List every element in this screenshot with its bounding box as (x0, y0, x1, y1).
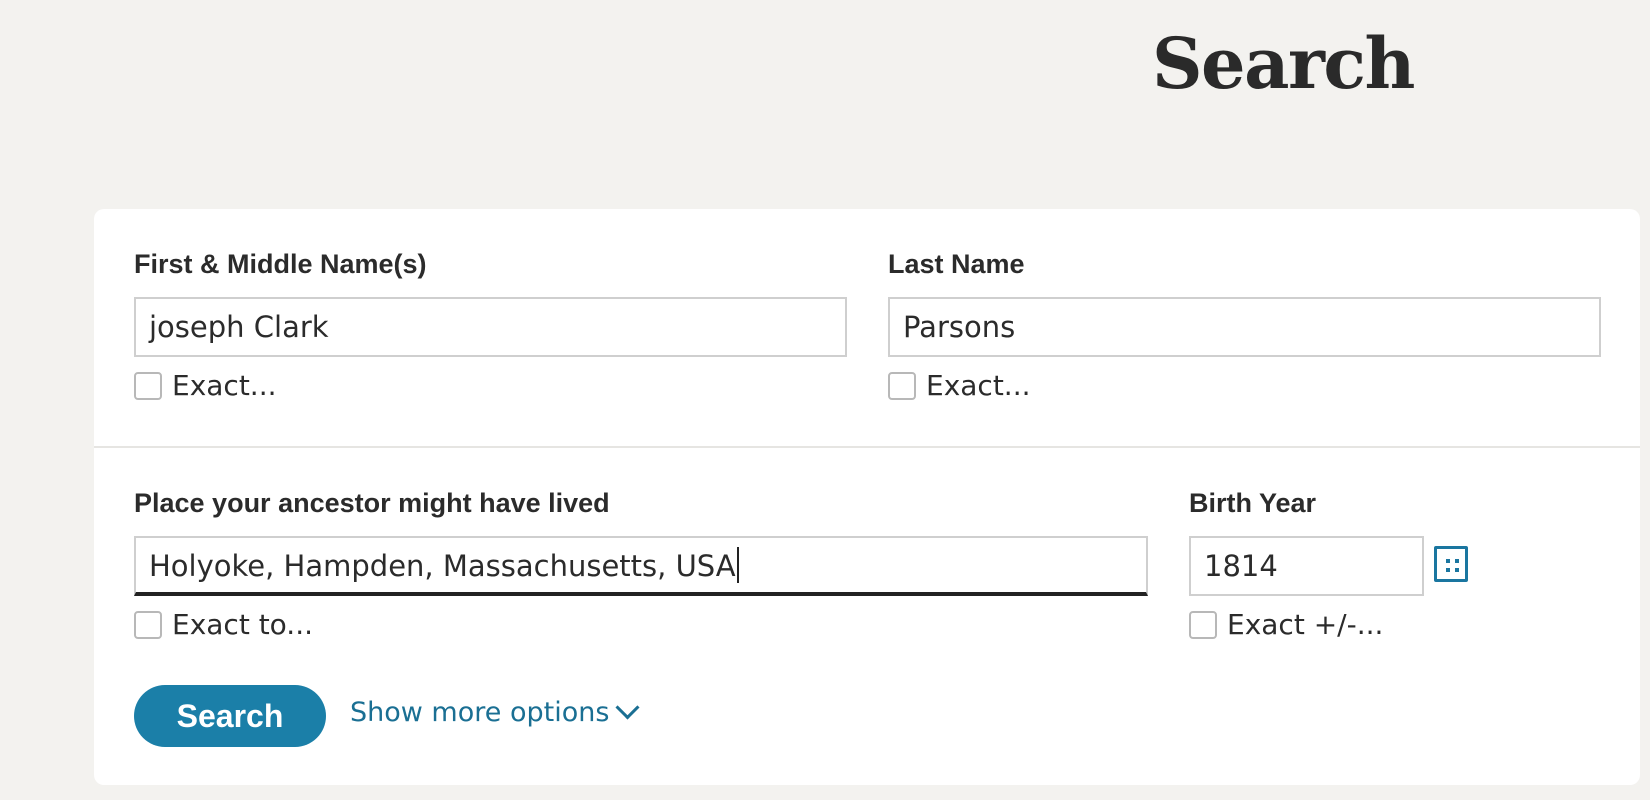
last-name-input[interactable]: Parsons (888, 297, 1601, 357)
place-input-value: Holyoke, Hampden, Massachusetts, USA (149, 549, 736, 583)
birth-year-exact-checkbox[interactable] (1189, 610, 1217, 639)
place-label: Place your ancestor might have lived (134, 488, 610, 518)
birth-year-input[interactable]: 1814 (1189, 536, 1424, 596)
last-name-label: Last Name (888, 249, 1025, 279)
first-name-exact-checkbox[interactable] (134, 371, 162, 400)
birth-year-exact-row[interactable]: Exact +/-... (1189, 608, 1383, 641)
search-page: Search First & Middle Name(s) joseph Cla… (0, 0, 1650, 800)
first-name-label: First & Middle Name(s) (134, 249, 427, 279)
show-more-options-label: Show more options (350, 697, 610, 728)
place-input[interactable]: Holyoke, Hampden, Massachusetts, USA (134, 536, 1148, 596)
search-button[interactable]: Search (134, 685, 326, 747)
chevron-down-icon (615, 695, 640, 720)
last-name-exact-checkbox[interactable] (888, 371, 916, 400)
birth-year-exact-label: Exact +/-... (1227, 608, 1384, 641)
place-exact-checkbox[interactable] (134, 610, 162, 639)
place-exact-row[interactable]: Exact to... (134, 608, 313, 641)
calendar-icon[interactable] (1434, 546, 1468, 582)
last-name-exact-label: Exact... (926, 369, 1031, 402)
last-name-exact-row[interactable]: Exact... (888, 369, 1031, 402)
search-form-card: First & Middle Name(s) joseph Clark Exac… (94, 209, 1640, 785)
first-name-exact-row[interactable]: Exact... (134, 369, 277, 402)
show-more-options-link[interactable]: Show more options (350, 695, 640, 728)
page-title: Search (1152, 22, 1415, 105)
text-caret (736, 547, 739, 583)
place-exact-label: Exact to... (172, 608, 314, 641)
section-divider (94, 446, 1640, 448)
first-name-input[interactable]: joseph Clark (134, 297, 847, 357)
birth-year-label: Birth Year (1189, 488, 1317, 518)
first-name-exact-label: Exact... (172, 369, 277, 402)
